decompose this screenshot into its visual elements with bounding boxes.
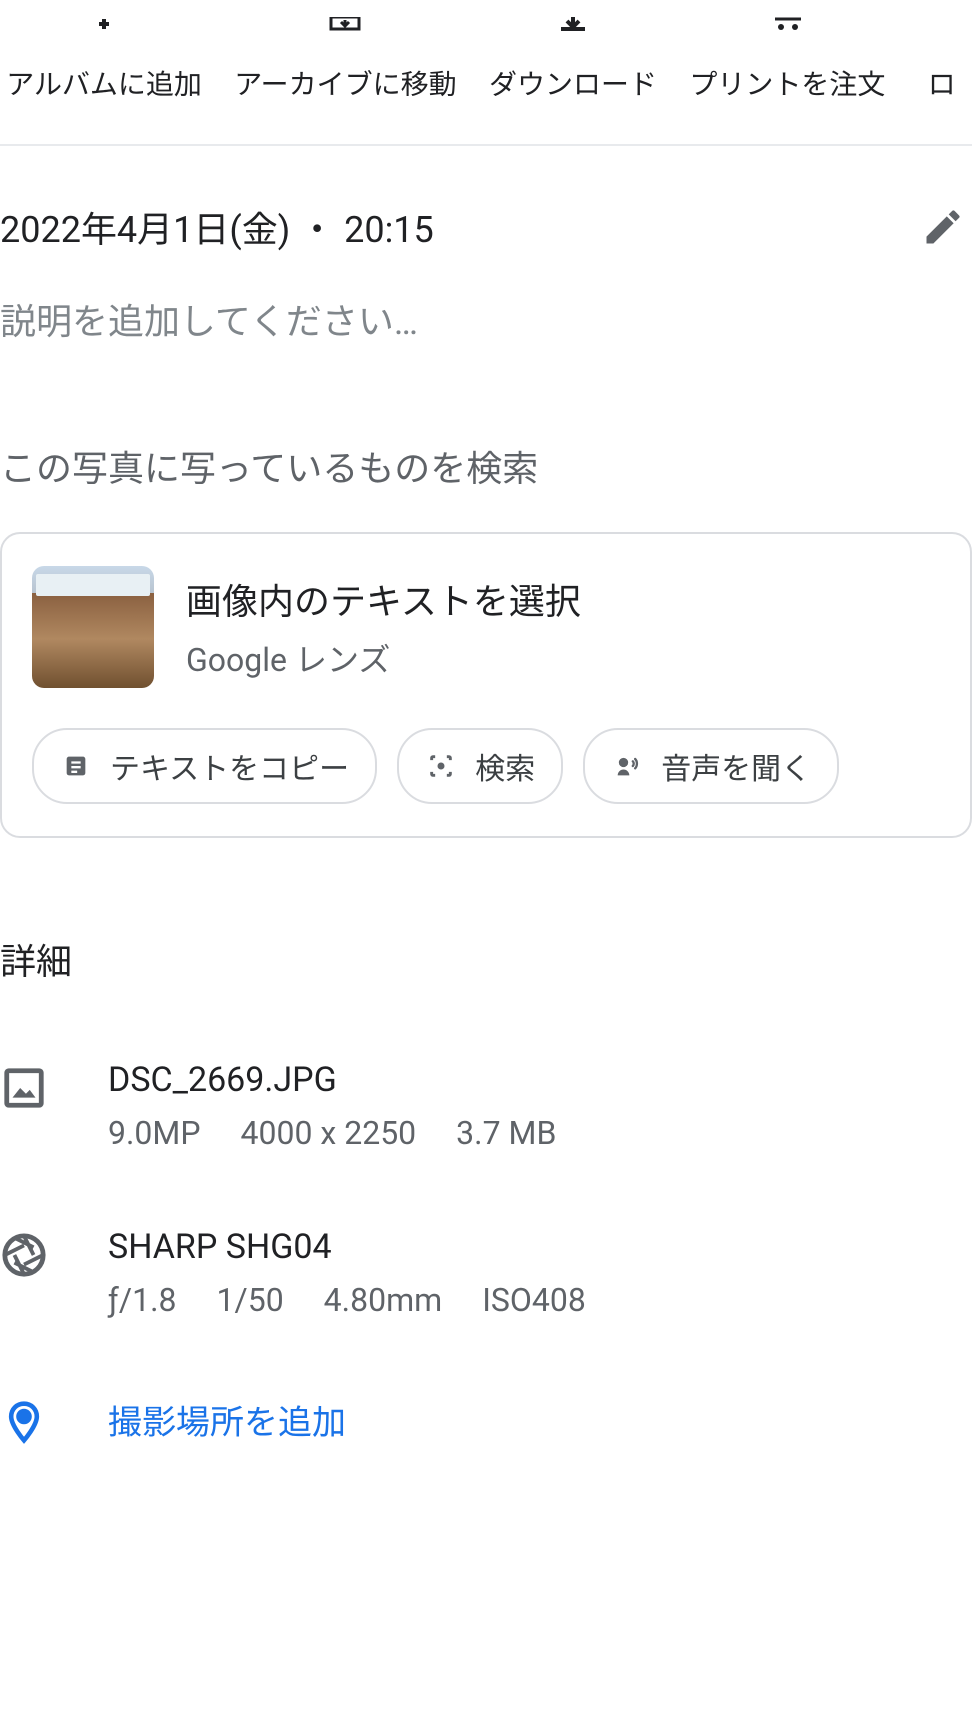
add-location-button[interactable]: 撮影場所を追加 bbox=[0, 1394, 972, 1446]
text-icon bbox=[60, 750, 92, 782]
lock-button[interactable]: ロ bbox=[918, 0, 966, 104]
listen-chip[interactable]: 音声を聞く bbox=[583, 728, 839, 804]
file-meta: 9.0MP 4000 x 2250 3.7 MB bbox=[108, 1114, 556, 1152]
lens-thumbnail bbox=[32, 566, 154, 688]
file-detail-row: DSC_2669.JPG 9.0MP 4000 x 2250 3.7 MB bbox=[0, 1060, 972, 1152]
photo-datetime: 2022年4月1日(金) ・ 20:15 bbox=[0, 201, 434, 253]
edit-date-button[interactable] bbox=[919, 203, 967, 251]
action-bar: アルバムに追加 アーカイブに移動 ダウンロード プリントを注文 ロ bbox=[0, 0, 972, 144]
lens-main-row[interactable]: 画像内のテキストを選択 Google レンズ bbox=[32, 566, 940, 688]
camera-model: SHARP SHG04 bbox=[108, 1227, 586, 1267]
search-lens-icon bbox=[425, 750, 457, 782]
lock-icon bbox=[918, 0, 966, 48]
file-size: 3.7 MB bbox=[456, 1114, 556, 1152]
cart-icon bbox=[763, 0, 811, 48]
aperture-icon bbox=[0, 1231, 48, 1279]
lens-section-title: この写真に写っているものを検索 bbox=[0, 440, 972, 492]
add-album-icon bbox=[80, 0, 128, 48]
lens-text-group: 画像内のテキストを選択 Google レンズ bbox=[186, 573, 581, 681]
speaker-icon bbox=[611, 750, 643, 782]
description-input[interactable]: 説明を追加してください… bbox=[0, 293, 972, 345]
lens-sub-text: Google レンズ bbox=[186, 635, 581, 681]
location-pin-icon bbox=[0, 1398, 48, 1446]
add-to-album-button[interactable]: アルバムに追加 bbox=[6, 0, 202, 104]
camera-shutter: 1/50 bbox=[217, 1281, 284, 1319]
archive-icon bbox=[321, 0, 369, 48]
action-label: プリントを注文 bbox=[689, 66, 885, 104]
camera-iso: ISO408 bbox=[482, 1281, 586, 1319]
camera-detail-row: SHARP SHG04 ƒ/1.8 1/50 4.80mm ISO408 bbox=[0, 1227, 972, 1319]
action-label: アルバムに追加 bbox=[6, 66, 202, 104]
camera-focal: 4.80mm bbox=[324, 1281, 443, 1319]
camera-aperture: ƒ/1.8 bbox=[108, 1281, 177, 1319]
download-icon bbox=[549, 0, 597, 48]
add-location-text: 撮影場所を追加 bbox=[108, 1395, 346, 1444]
image-icon bbox=[0, 1064, 48, 1112]
action-label: ダウンロード bbox=[489, 66, 657, 104]
file-dimensions: 4000 x 2250 bbox=[241, 1114, 417, 1152]
action-label: ロ bbox=[928, 66, 956, 104]
archive-button[interactable]: アーカイブに移動 bbox=[234, 0, 456, 104]
file-name: DSC_2669.JPG bbox=[108, 1060, 556, 1100]
lens-chips: テキストをコピー 検索 音声を聞く bbox=[32, 728, 940, 804]
details-section: 詳細 DSC_2669.JPG 9.0MP 4000 x 2250 3.7 MB… bbox=[0, 933, 972, 1446]
info-section: 2022年4月1日(金) ・ 20:15 説明を追加してください… bbox=[0, 146, 972, 345]
chip-label: 検索 bbox=[475, 744, 535, 788]
date-row: 2022年4月1日(金) ・ 20:15 bbox=[0, 201, 972, 253]
file-detail-content: DSC_2669.JPG 9.0MP 4000 x 2250 3.7 MB bbox=[108, 1060, 556, 1152]
camera-meta: ƒ/1.8 1/50 4.80mm ISO408 bbox=[108, 1281, 586, 1319]
camera-detail-content: SHARP SHG04 ƒ/1.8 1/50 4.80mm ISO408 bbox=[108, 1227, 586, 1319]
file-megapixels: 9.0MP bbox=[108, 1114, 201, 1152]
search-chip[interactable]: 検索 bbox=[397, 728, 563, 804]
chip-label: 音声を聞く bbox=[661, 744, 811, 788]
details-title: 詳細 bbox=[0, 933, 972, 985]
print-button[interactable]: プリントを注文 bbox=[689, 0, 885, 104]
download-button[interactable]: ダウンロード bbox=[489, 0, 657, 104]
chip-label: テキストをコピー bbox=[110, 744, 349, 788]
copy-text-chip[interactable]: テキストをコピー bbox=[32, 728, 377, 804]
lens-card: 画像内のテキストを選択 Google レンズ テキストをコピー 検索 bbox=[0, 532, 972, 838]
action-label: アーカイブに移動 bbox=[234, 66, 456, 104]
lens-section: この写真に写っているものを検索 画像内のテキストを選択 Google レンズ テ… bbox=[0, 440, 972, 838]
lens-main-text: 画像内のテキストを選択 bbox=[186, 573, 581, 625]
